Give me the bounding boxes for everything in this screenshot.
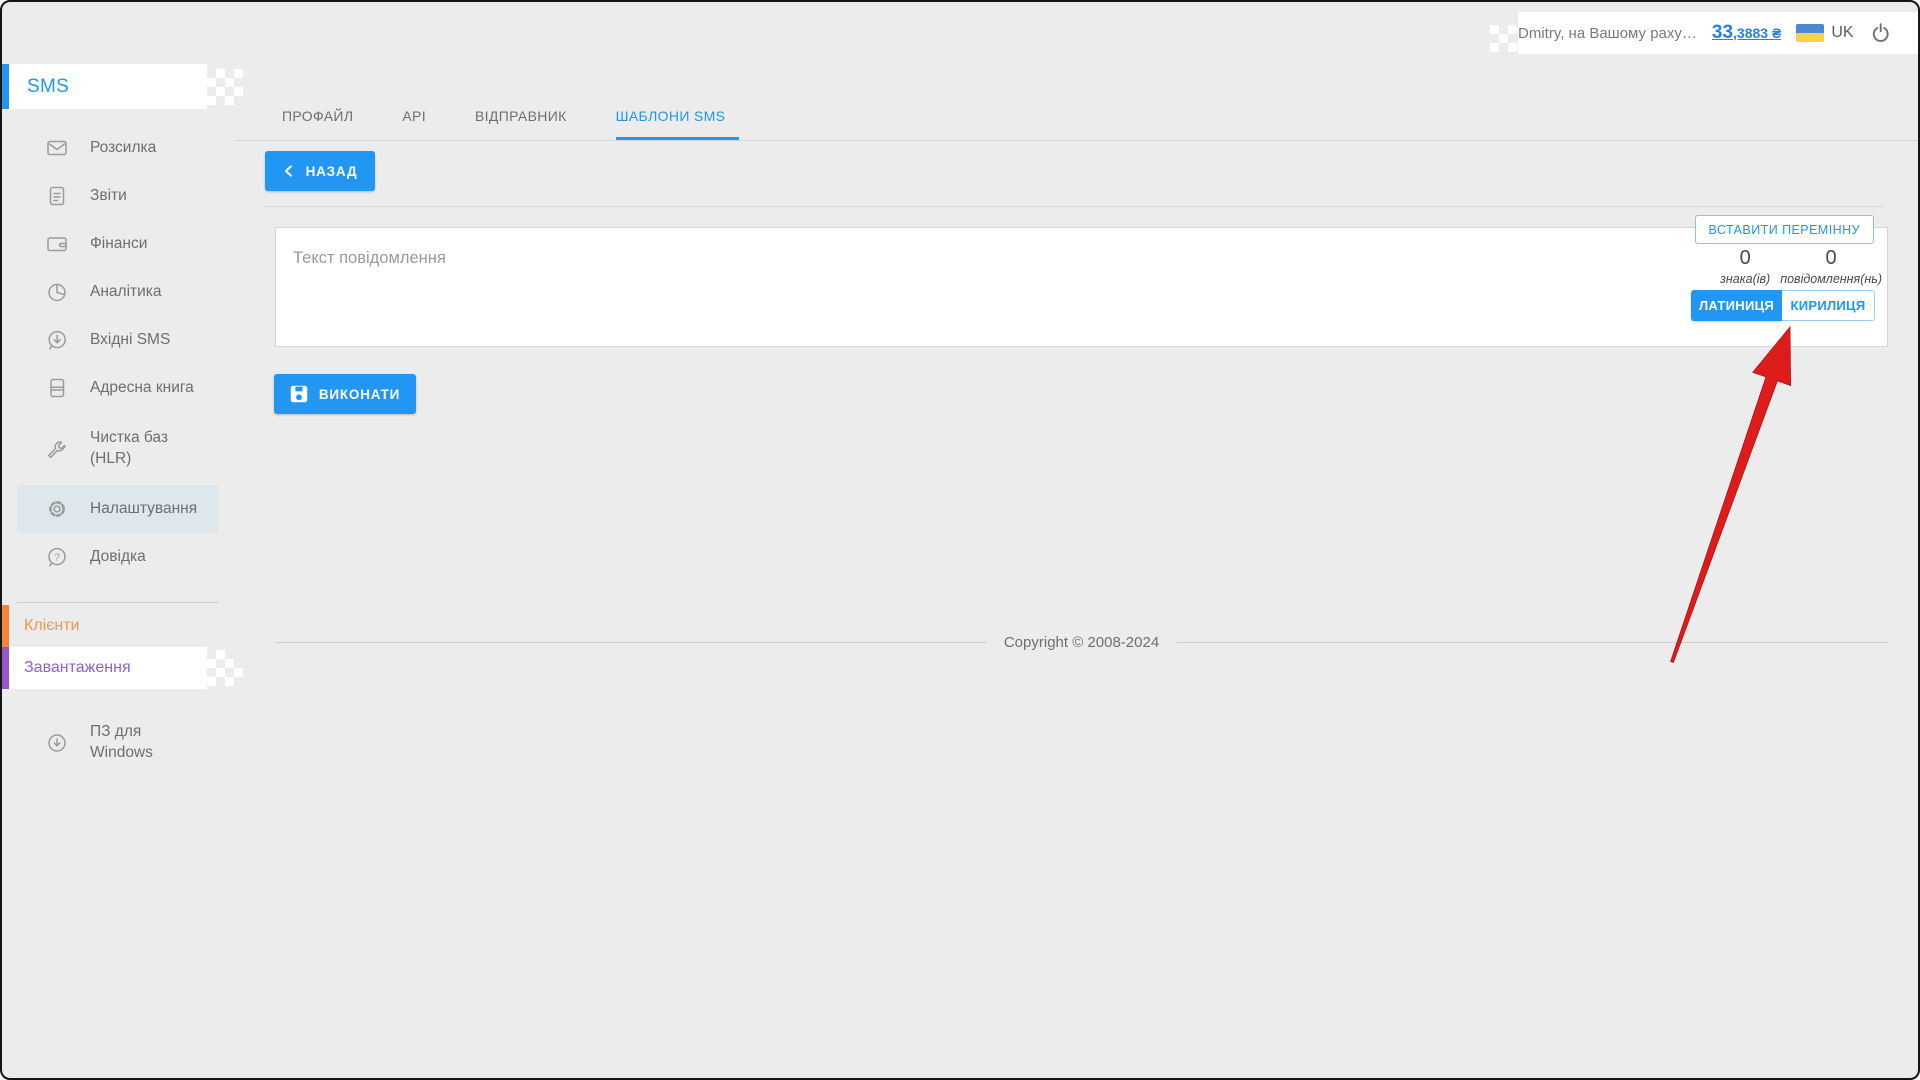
sidebar-item-pz-dlya-windows[interactable]: ПЗ для Windows [17,713,218,773]
sidebar-item-rozsylka[interactable]: Розсилка [17,124,218,172]
sidebar: SMS Розсилка Звіти [2,2,234,1078]
sidebar-item-dovidka[interactable]: ? Довідка [17,533,218,581]
content-divider [265,206,1884,207]
message-text-input[interactable] [276,228,1887,346]
footer-line-left [275,642,986,643]
charset-toggle: ЛАТИНИЦЯ КИРИЛИЦЯ [1691,290,1875,321]
save-icon [290,385,308,403]
brand-accent-bar [2,64,9,109]
download-icon [45,731,69,755]
sidebar-item-label: ПЗ для Windows [90,722,182,764]
sidebar-item-analityka[interactable]: Аналітика [17,268,218,316]
execute-button-label: ВИКОНАТИ [319,387,400,402]
help-icon: ? [45,545,69,569]
sidebar-item-zvity[interactable]: Звіти [17,172,218,220]
tab-sender[interactable]: ВІДПРАВНИК [475,108,567,140]
sidebar-divider [17,602,218,603]
chevron-left-icon [283,163,293,179]
sidebar-item-chystka-baz-hlr[interactable]: Чистка баз (HLR) [17,412,218,485]
gear-icon [45,497,69,521]
sidebar-item-label: Вхідні SMS [90,330,170,351]
sidebar-item-label: Фінанси [90,234,147,255]
downloads-accent-bar [2,647,9,689]
incoming-sms-icon [45,328,69,352]
insert-variable-button[interactable]: ВСТАВИТИ ПЕРЕМІННУ [1695,215,1874,244]
tab-profile[interactable]: ПРОФАЙЛ [282,108,353,140]
sidebar-item-finansy[interactable]: Фінанси [17,220,218,268]
sidebar-item-label: Аналітика [90,282,162,303]
cyrillic-charset-button[interactable]: КИРИЛИЦЯ [1782,290,1875,321]
sidebar-brand-sms[interactable]: SMS [2,64,207,109]
envelope-icon [45,136,69,160]
sidebar-item-nalashtuvannya[interactable]: Налаштування [17,485,218,533]
sidebar-menu: Розсилка Звіти Фінанси Аналітика [2,124,234,773]
sidebar-item-label: Адресна книга [90,378,194,399]
chars-count-label: знака(ів) [1720,271,1770,287]
tab-sms-templates[interactable]: ШАБЛОНИ SMS [616,108,740,140]
wallet-icon [45,232,69,256]
sidebar-item-vhidni-sms[interactable]: Вхідні SMS [17,316,218,364]
latin-charset-label: ЛАТИНИЦЯ [1699,298,1774,313]
cyrillic-charset-label: КИРИЛИЦЯ [1791,298,1866,313]
footer-line-right [1177,642,1888,643]
report-icon [45,184,69,208]
tab-bar: ПРОФАЙЛ API ВІДПРАВНИК ШАБЛОНИ SMS [234,2,1918,141]
sidebar-section-clients[interactable]: Клієнти [2,605,234,647]
sidebar-item-label: Чистка баз (HLR) [90,428,202,470]
chars-count-value: 0 [1720,245,1770,271]
messages-count-value: 0 [1780,245,1882,271]
section-label: Клієнти [24,617,79,635]
brand-label: SMS [27,76,69,98]
sidebar-item-label: Звіти [90,186,127,207]
message-text-panel [275,227,1888,347]
insert-variable-label: ВСТАВИТИ ПЕРЕМІННУ [1709,223,1860,237]
messages-counter: 0 повідомлення(нь) [1780,245,1882,287]
svg-text:?: ? [54,551,60,563]
sidebar-item-label: Розсилка [90,138,156,159]
copyright-text: Copyright © 2008-2024 [1004,634,1159,651]
sidebar-section-downloads[interactable]: Завантаження [2,647,207,689]
clients-accent-bar [2,605,9,647]
tab-api[interactable]: API [402,108,426,140]
execute-button[interactable]: ВИКОНАТИ [274,374,416,414]
latin-charset-button[interactable]: ЛАТИНИЦЯ [1691,290,1782,321]
sidebar-item-adresna-knyha[interactable]: Адресна книга [17,364,218,412]
messages-count-label: повідомлення(нь) [1780,271,1882,287]
sidebar-item-label: Довідка [90,547,146,568]
annotation-arrow [1662,322,1802,674]
wrench-icon [45,437,69,461]
back-button[interactable]: НАЗАД [265,151,375,191]
pie-chart-icon [45,280,69,304]
chars-counter: 0 знака(ів) [1720,245,1770,287]
app-screen: SMS Розсилка Звіти [0,0,1920,1080]
main-content: Dmitry, на Вашому раху… 33,3883 ₴ UK ПРО… [234,2,1918,1078]
address-book-icon [45,376,69,400]
back-button-label: НАЗАД [306,164,358,179]
sidebar-item-label: Налаштування [90,499,197,520]
footer: Copyright © 2008-2024 [275,634,1888,651]
section-label: Завантаження [24,659,131,677]
sms-counters: 0 знака(ів) 0 повідомлення(нь) [1720,245,1882,287]
